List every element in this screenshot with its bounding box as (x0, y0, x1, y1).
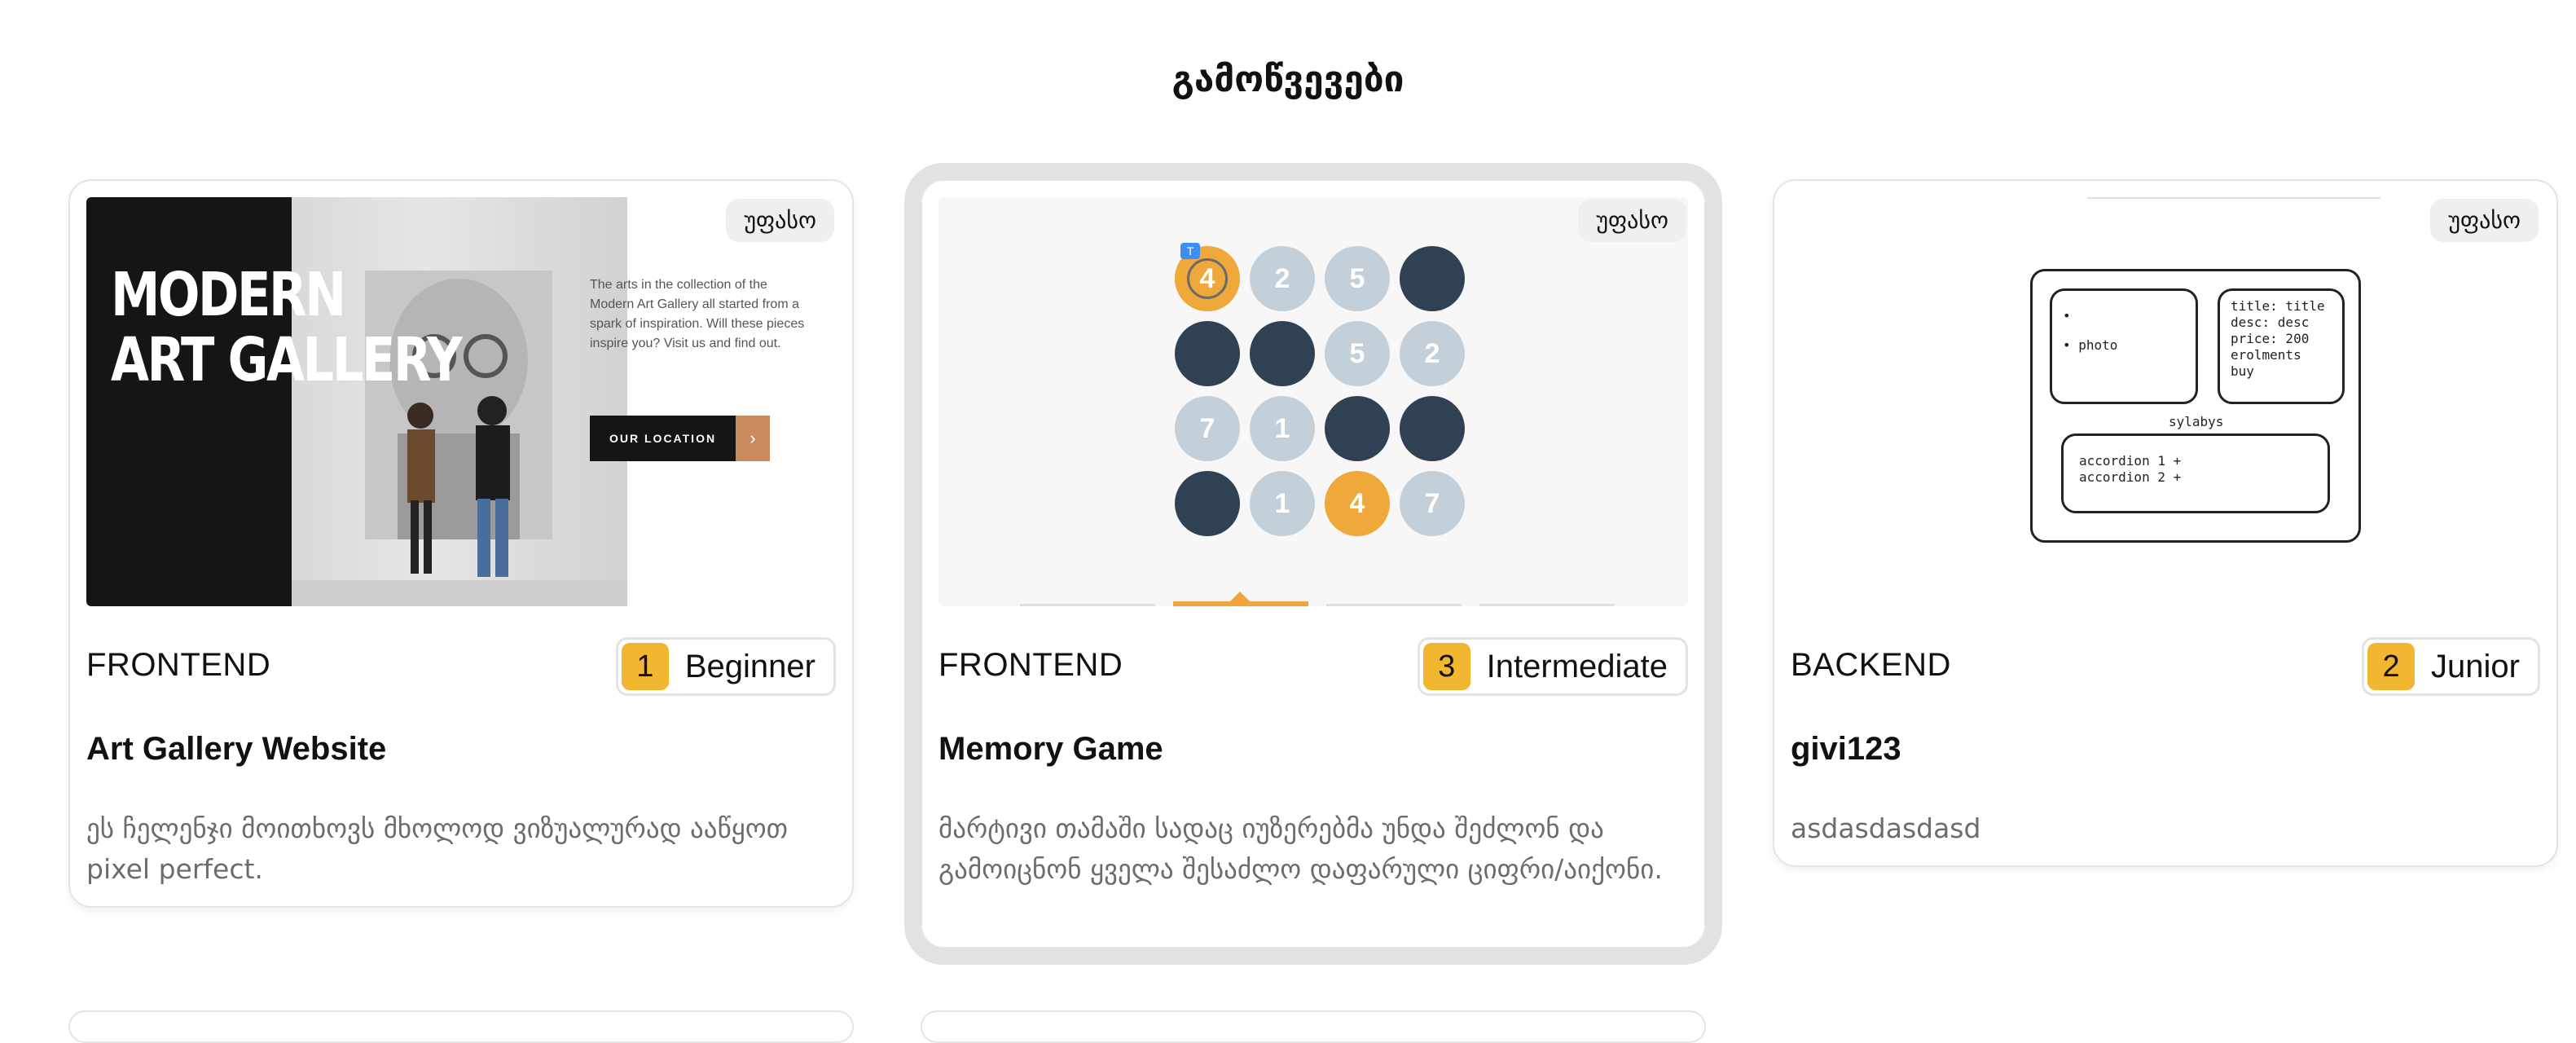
page-title: გამოწვევები (1172, 59, 1404, 100)
thumbnail-body-text: The arts in the collection of the Modern… (590, 278, 805, 350)
chevron-right-icon: › (736, 416, 771, 461)
challenge-card-next-row[interactable] (68, 1010, 854, 1043)
level-number: 1 (621, 643, 669, 690)
sketch-accordion-text: accordion 1 + accordion 2 + (2079, 453, 2182, 485)
edit-badge-icon: T (1180, 243, 1200, 259)
thumbnail-photo (292, 197, 627, 606)
price-badge: უფასო (1578, 199, 1686, 242)
card-thumbnail: • • photo title: title desc: desc price: 2… (1791, 197, 2540, 606)
price-badge: უფასო (726, 199, 834, 242)
memory-tile (1175, 321, 1240, 386)
level-label: Beginner (684, 648, 815, 684)
level-badge: 2 Junior (2362, 637, 2540, 696)
sketch-info-text: title: title desc: desc price: 200 erolment… (2231, 298, 2325, 379)
level-badge: 3 Intermediate (1417, 637, 1688, 696)
memory-tile: 2 (1250, 246, 1315, 311)
memory-tile: 1 (1250, 396, 1315, 461)
sketch-syllabus-label: sylabys (2169, 414, 2224, 429)
card-title: Memory Game (939, 731, 1163, 767)
sketch-bullet: • (2063, 308, 2071, 323)
card-meta-row: FRONTEND 1 Beginner (86, 637, 836, 696)
category-label: FRONTEND (86, 647, 271, 683)
card-title: Art Gallery Website (86, 731, 387, 767)
price-badge: უფასო (2430, 199, 2539, 242)
category-label: FRONTEND (939, 647, 1123, 683)
memory-tabs (1020, 592, 1623, 606)
memory-tile: 5 (1325, 246, 1390, 311)
memory-tile (1325, 396, 1390, 461)
card-meta-row: BACKEND 2 Junior (1791, 637, 2540, 696)
card-meta-row: FRONTEND 3 Intermediate (939, 637, 1688, 696)
card-description: მარტივი თამაში სადაც იუზერებმა უნდა შეძლ… (939, 812, 1663, 885)
card-title: givi123 (1791, 731, 1901, 767)
challenge-card-givi123[interactable]: • • photo title: title desc: desc price: 2… (1773, 179, 2558, 867)
challenge-card-art-gallery[interactable]: MODERN ART GALLERY The arts in the colle… (68, 179, 854, 908)
memory-tile: 1 (1250, 471, 1315, 536)
memory-tile (1250, 321, 1315, 386)
memory-tile: 4 (1325, 471, 1390, 536)
memory-tile: 5 (1325, 321, 1390, 386)
level-badge: 1 Beginner (615, 637, 836, 696)
memory-tile (1175, 471, 1240, 536)
memory-tile: 7 (1400, 471, 1465, 536)
card-thumbnail: 4255271147 T (939, 197, 1688, 606)
challenge-card-memory-game[interactable]: 4255271147 T უფასო FRONTEND 3 Intermedia… (904, 163, 1722, 965)
memory-tile: 2 (1400, 321, 1465, 386)
level-label: Intermediate (1486, 648, 1668, 684)
memory-tile (1400, 246, 1465, 311)
level-number: 2 (2367, 643, 2416, 690)
card-thumbnail: MODERN ART GALLERY The arts in the colle… (86, 197, 836, 606)
memory-tile: 7 (1175, 396, 1240, 461)
level-number: 3 (1422, 643, 1470, 690)
card-description: ეს ჩელენჯი მოითხოვს მხოლოდ ვიზუალურად აა… (86, 812, 789, 885)
category-label: BACKEND (1791, 647, 1951, 683)
gallery-visitors-image (292, 271, 627, 606)
thumbnail-dark-panel (86, 197, 292, 606)
card-description: asdasdasdasd (1791, 812, 1981, 844)
memory-tile (1400, 396, 1465, 461)
thumbnail-location-button: OUR LOCATION › (590, 416, 771, 461)
challenge-card-next-row[interactable] (921, 1010, 1706, 1043)
level-label: Junior (2431, 648, 2520, 684)
sketch-photo-label: • photo (2063, 337, 2118, 353)
sketch-top-line (2087, 197, 2380, 199)
thumbnail-headline: MODERN ART GALLERY (111, 260, 463, 395)
